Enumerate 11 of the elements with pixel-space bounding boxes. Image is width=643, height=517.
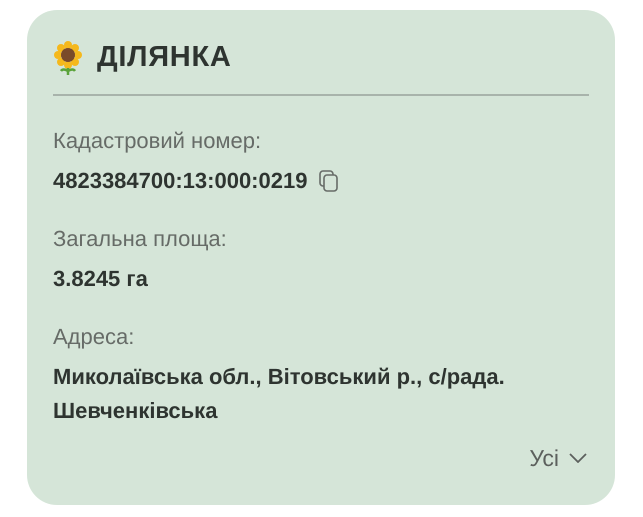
field-label: Загальна площа: bbox=[53, 224, 228, 252]
field-label: Адреса: bbox=[53, 322, 136, 351]
field-value: 4823384700:13:000:0219 bbox=[53, 166, 308, 194]
show-all-button[interactable]: Усі bbox=[529, 440, 587, 475]
field-value: Миколаївська обл., Вітовський р., с/рада. Шевченківська bbox=[53, 362, 506, 424]
sunflower-icon bbox=[53, 40, 83, 75]
field-value: 3.8245 га bbox=[53, 264, 148, 292]
copy-icon[interactable] bbox=[319, 170, 340, 192]
chevron-down-icon bbox=[569, 452, 587, 463]
card-title: ДІЛЯНКА bbox=[97, 40, 232, 75]
field-label: Кадастровий номер: bbox=[53, 126, 262, 155]
